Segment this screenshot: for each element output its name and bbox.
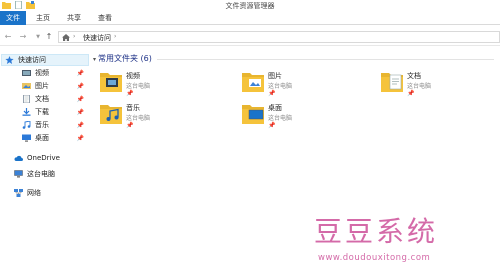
desktop-icon <box>22 134 31 142</box>
pin-icon[interactable]: 📌 <box>77 83 84 90</box>
pin-icon: 📌 <box>407 90 415 97</box>
folder-location: 这台电脑 <box>268 83 293 90</box>
title-bar: 文件资源管理器 <box>0 0 500 11</box>
music-icon <box>22 121 31 129</box>
chevron-right-icon: › <box>73 33 76 40</box>
chevron-down-icon: ▾ <box>93 56 97 63</box>
watermark-text: 豆豆系统 <box>314 215 439 248</box>
sidebar-item-pictures[interactable]: 图片 📌 <box>22 80 92 92</box>
sidebar-item-label: 快速访问 <box>18 56 46 64</box>
folder-name: 音乐 <box>126 104 140 112</box>
home-icon <box>62 34 70 41</box>
tab-share[interactable]: 共享 <box>61 11 87 25</box>
sidebar-item-label: 文档 <box>35 95 49 103</box>
folder-name: 桌面 <box>268 104 282 112</box>
download-icon <box>22 108 31 116</box>
documents-folder-icon <box>381 73 403 92</box>
group-divider <box>157 59 494 60</box>
documents-icon <box>23 95 30 103</box>
folder-tile-music[interactable]: 音乐 这台电脑 📌 <box>96 100 236 136</box>
navigation-bar: ← → ▼ ↑ › 快速访问 › <box>0 28 500 46</box>
content-pane: ▾ 常用文件夹 (6) 视频 这台电脑 📌 图片 这台电脑 📌 文档 这台电脑 📌 <box>93 46 500 278</box>
computer-icon <box>14 170 23 178</box>
chevron-down-icon[interactable]: ▼ <box>33 32 43 42</box>
pin-icon: 📌 <box>268 90 276 97</box>
sidebar-item-documents[interactable]: 文档 📌 <box>22 93 92 105</box>
chevron-right-icon: › <box>114 33 117 40</box>
folder-location: 这台电脑 <box>407 83 432 90</box>
back-arrow-icon[interactable]: ← <box>3 32 13 42</box>
sidebar-item-downloads[interactable]: 下载 📌 <box>22 106 92 118</box>
video-icon <box>22 70 31 76</box>
sidebar-item-label: 图片 <box>35 82 49 90</box>
pictures-icon <box>22 83 31 89</box>
sidebar-item-videos[interactable]: 视频 📌 <box>22 67 92 79</box>
pin-icon[interactable]: 📌 <box>77 109 84 116</box>
folder-location: 这台电脑 <box>268 115 293 122</box>
sidebar-item-this-pc[interactable]: 这台电脑 <box>14 168 90 180</box>
pictures-folder-icon <box>242 73 264 92</box>
network-icon <box>14 189 23 197</box>
sidebar-item-label: 音乐 <box>35 121 49 129</box>
cloud-icon <box>14 155 23 161</box>
navigation-pane: 快速访问 视频 📌 图片 📌 文档 📌 下载 📌 音乐 📌 桌面 📌 OneDr… <box>0 54 92 278</box>
pin-icon: 📌 <box>268 122 276 129</box>
sidebar-item-onedrive[interactable]: OneDrive <box>14 152 90 164</box>
up-arrow-icon[interactable]: ↑ <box>44 32 54 42</box>
music-folder-icon <box>100 105 122 124</box>
folder-tile-videos[interactable]: 视频 这台电脑 📌 <box>96 68 236 104</box>
video-folder-icon <box>100 73 122 92</box>
desktop-folder-icon <box>242 105 264 124</box>
star-icon <box>5 56 14 64</box>
ribbon: 文件 主页 共享 查看 <box>0 11 500 25</box>
pin-icon[interactable]: 📌 <box>77 96 84 103</box>
folder-name: 文档 <box>407 72 421 80</box>
folder-tile-documents[interactable]: 文档 这台电脑 📌 <box>377 68 500 104</box>
window-title: 文件资源管理器 <box>225 2 275 10</box>
pin-icon: 📌 <box>126 122 134 129</box>
pin-icon[interactable]: 📌 <box>77 135 84 142</box>
address-bar[interactable]: › 快速访问 › <box>58 31 500 43</box>
tab-file[interactable]: 文件 <box>0 11 26 25</box>
group-title: 常用文件夹 (6) <box>98 54 152 63</box>
folder-location: 这台电脑 <box>126 83 151 90</box>
pin-icon: 📌 <box>126 90 134 97</box>
folder-tile-pictures[interactable]: 图片 这台电脑 📌 <box>238 68 378 104</box>
watermark-url: www.doudouxitong.com <box>318 253 431 263</box>
folder-name: 视频 <box>126 72 140 80</box>
sidebar-item-label: 视频 <box>35 69 49 77</box>
sidebar-item-desktop[interactable]: 桌面 📌 <box>22 132 92 144</box>
sidebar-item-label: OneDrive <box>27 154 60 162</box>
sidebar-item-label: 桌面 <box>35 134 49 142</box>
group-header[interactable]: ▾ 常用文件夹 (6) <box>93 53 152 64</box>
breadcrumb-quick-access[interactable]: 快速访问 <box>83 33 111 43</box>
forward-arrow-icon[interactable]: → <box>18 32 28 42</box>
sidebar-item-network[interactable]: 网络 <box>14 187 90 199</box>
sidebar-item-music[interactable]: 音乐 📌 <box>22 119 92 131</box>
sidebar-item-label: 这台电脑 <box>27 170 55 178</box>
sidebar-item-label: 网络 <box>27 189 41 197</box>
sidebar-item-label: 下载 <box>35 108 49 116</box>
folder-location: 这台电脑 <box>126 115 151 122</box>
folder-tile-desktop[interactable]: 桌面 这台电脑 📌 <box>238 100 378 136</box>
tab-view[interactable]: 查看 <box>92 11 118 25</box>
pin-icon[interactable]: 📌 <box>77 122 84 129</box>
pin-icon[interactable]: 📌 <box>77 70 84 77</box>
tab-home[interactable]: 主页 <box>30 11 56 25</box>
sidebar-item-quick-access[interactable]: 快速访问 <box>1 54 89 66</box>
folder-name: 图片 <box>268 72 282 80</box>
